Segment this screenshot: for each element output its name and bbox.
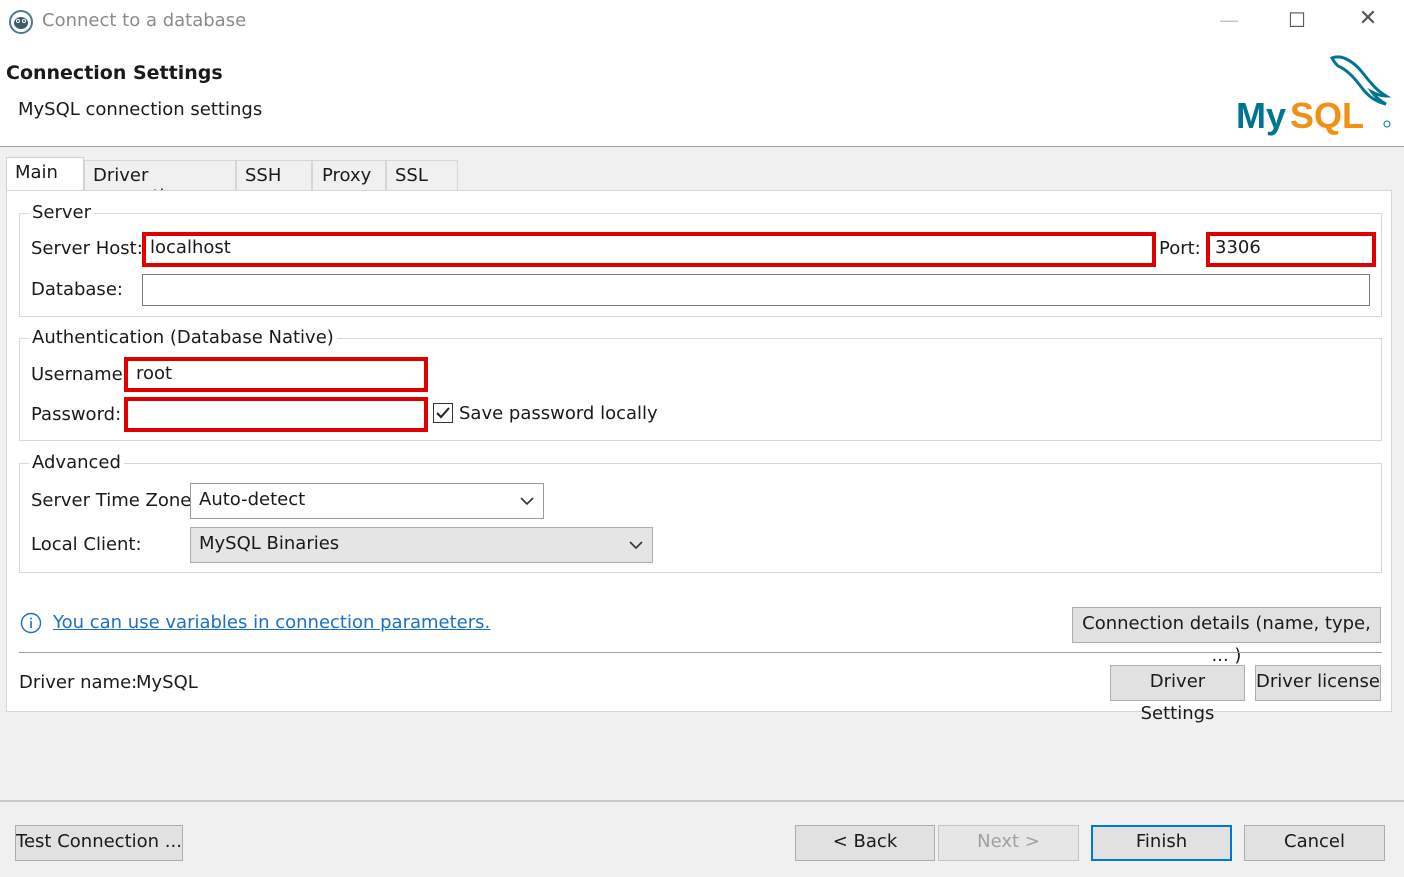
save-password-checkbox[interactable] bbox=[433, 403, 453, 423]
local-client-label: Local Client: bbox=[31, 534, 142, 555]
mysql-logo: My SQL bbox=[1230, 52, 1395, 136]
server-group-label: Server bbox=[29, 202, 95, 223]
window-title: Connect to a database bbox=[42, 10, 247, 31]
advanced-group-label: Advanced bbox=[29, 452, 124, 473]
username-label: Username: bbox=[31, 364, 129, 385]
next-button[interactable]: Next > bbox=[938, 825, 1079, 861]
finish-button[interactable]: Finish bbox=[1091, 825, 1232, 861]
authentication-group-label: Authentication (Database Native) bbox=[29, 327, 337, 348]
server-host-label: Server Host: bbox=[31, 238, 143, 259]
password-highlight bbox=[124, 397, 428, 432]
variables-help-link[interactable]: You can use variables in connection para… bbox=[53, 612, 490, 633]
port-label: Port: bbox=[1159, 238, 1201, 259]
local-client-select[interactable]: MySQL Binaries bbox=[190, 527, 653, 563]
server-host-highlight bbox=[142, 232, 1156, 267]
page-subtitle: MySQL connection settings bbox=[18, 99, 263, 120]
tab-proxy[interactable]: Proxy bbox=[312, 160, 386, 190]
checkmark-icon bbox=[436, 407, 450, 419]
info-icon bbox=[20, 612, 42, 634]
password-label: Password: bbox=[31, 404, 122, 425]
back-button[interactable]: < Back bbox=[795, 825, 935, 861]
tab-driver-properties[interactable]: Driver properties bbox=[84, 160, 236, 207]
minimize-button[interactable]: — bbox=[1216, 8, 1242, 34]
dbeaver-app-icon bbox=[9, 10, 33, 34]
server-timezone-select[interactable]: Auto-detect bbox=[190, 483, 544, 519]
server-timezone-label: Server Time Zone: bbox=[31, 490, 198, 511]
svg-text:SQL: SQL bbox=[1290, 95, 1364, 136]
save-password-label[interactable]: Save password locally bbox=[459, 403, 658, 424]
driver-name-value: MySQL bbox=[136, 672, 198, 693]
server-timezone-value: Auto-detect bbox=[199, 489, 306, 510]
test-connection-button[interactable]: Test Connection ... bbox=[15, 825, 183, 861]
tab-ssl[interactable]: SSL bbox=[386, 160, 458, 190]
username-highlight bbox=[124, 357, 428, 392]
database-input[interactable] bbox=[142, 274, 1370, 306]
svg-text:My: My bbox=[1236, 95, 1286, 136]
maximize-button[interactable]: ☐ bbox=[1284, 8, 1310, 34]
divider bbox=[19, 652, 1382, 653]
database-label: Database: bbox=[31, 279, 123, 300]
footer-separator bbox=[0, 800, 1404, 802]
local-client-value: MySQL Binaries bbox=[199, 533, 340, 554]
driver-name-label: Driver name: bbox=[19, 672, 138, 693]
tab-main[interactable]: Main bbox=[6, 157, 84, 191]
tab-ssh[interactable]: SSH bbox=[236, 160, 312, 190]
close-button[interactable]: ✕ bbox=[1354, 6, 1382, 34]
driver-settings-button[interactable]: Driver Settings bbox=[1110, 665, 1245, 724]
chevron-down-icon bbox=[520, 497, 534, 506]
driver-license-button[interactable]: Driver license bbox=[1255, 665, 1381, 701]
port-highlight bbox=[1206, 232, 1376, 267]
page-title: Connection Settings bbox=[6, 62, 223, 84]
chevron-down-icon bbox=[629, 541, 643, 550]
connection-details-button[interactable]: Connection details (name, type, ... ) bbox=[1072, 607, 1381, 666]
cancel-button[interactable]: Cancel bbox=[1244, 825, 1385, 861]
wizard-header bbox=[0, 44, 1404, 147]
